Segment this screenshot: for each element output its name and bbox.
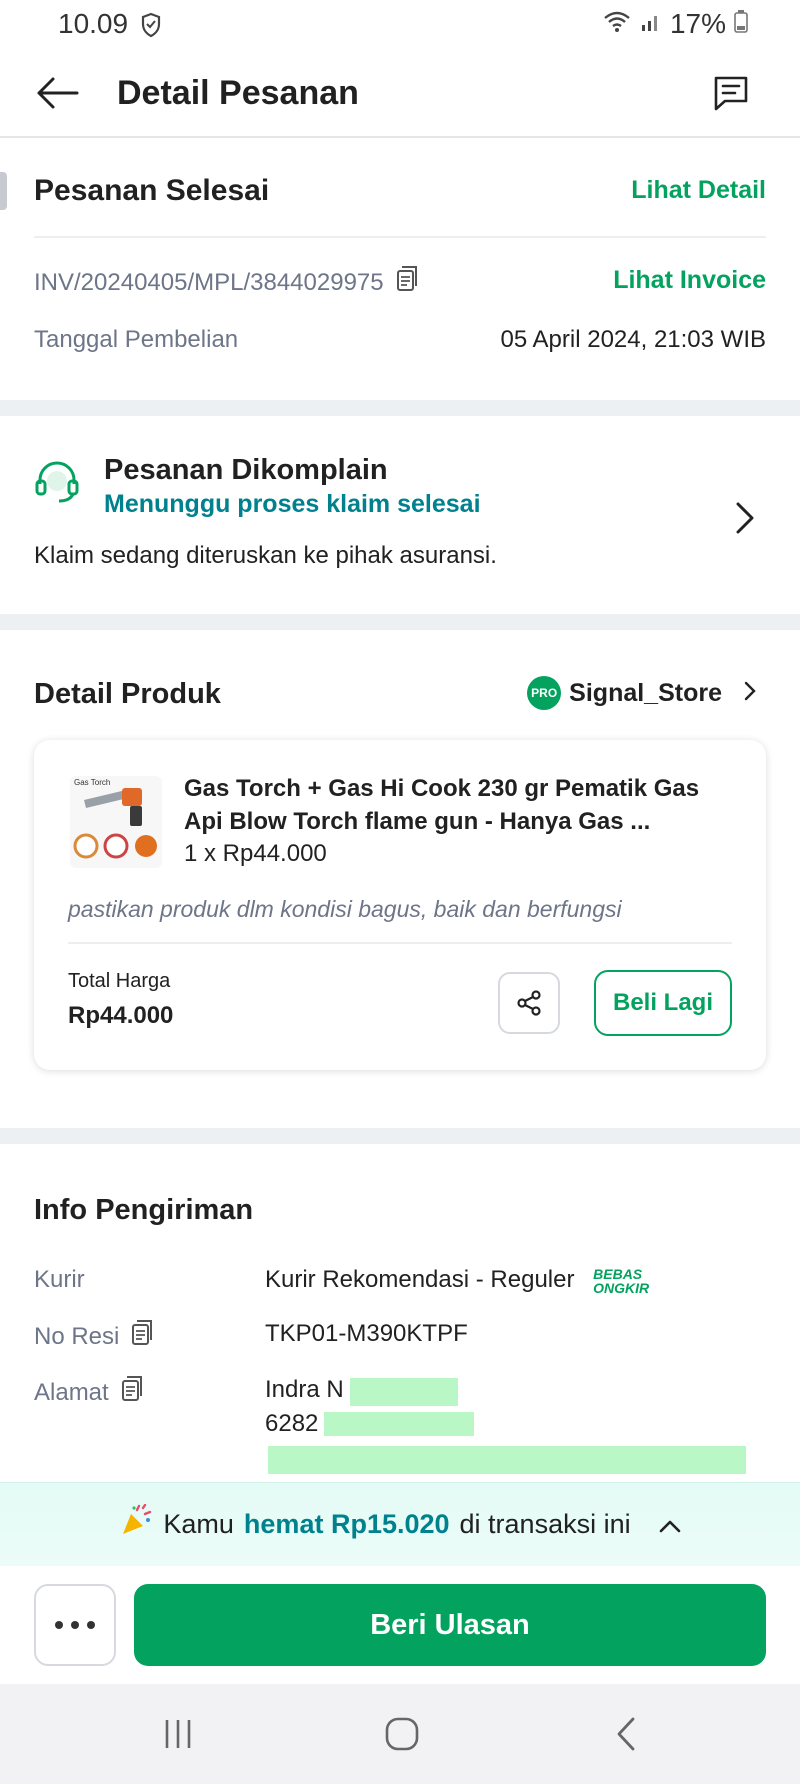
savings-banner[interactable]: Kamu hemat Rp15.020 di transaksi ini xyxy=(0,1482,800,1566)
section-separator xyxy=(0,614,800,630)
back-button[interactable] xyxy=(32,70,82,116)
savings-prefix: Kamu xyxy=(163,1509,234,1539)
purchase-date-value: 05 April 2024, 21:03 WIB xyxy=(500,326,767,353)
complaint-description: Klaim sedang diteruskan ke pihak asurans… xyxy=(34,542,497,569)
resi-value: TKP01-M390KTPF xyxy=(265,1320,468,1347)
chevron-up-icon xyxy=(659,1509,681,1540)
courier-label-row: Kurir xyxy=(34,1266,85,1294)
product-name[interactable]: Gas Torch + Gas Hi Cook 230 gr Pematik G… xyxy=(184,772,740,838)
bottom-action-bar: Beri Ulasan xyxy=(0,1566,800,1684)
status-indicators: 17% xyxy=(602,8,748,40)
complaint-title: Pesanan Dikomplain xyxy=(104,454,388,486)
home-button[interactable] xyxy=(372,1712,432,1756)
share-icon xyxy=(517,990,541,1016)
redaction-block xyxy=(350,1378,458,1406)
courier-value: Kurir Rekomendasi - Reguler xyxy=(265,1266,575,1293)
battery-icon xyxy=(734,8,748,40)
system-back-button[interactable] xyxy=(596,1712,656,1756)
resi-label-row: No Resi xyxy=(34,1320,153,1353)
section-separator xyxy=(0,1128,800,1144)
free-shipping-line2: ONGKIR xyxy=(593,1279,650,1296)
wifi-icon xyxy=(602,8,632,40)
invoice-number: INV/20240405/MPL/3844029975 xyxy=(34,268,384,296)
product-quantity-price: 1 x Rp44.000 xyxy=(184,840,327,867)
shield-icon xyxy=(140,12,162,43)
view-detail-link[interactable]: Lihat Detail xyxy=(631,176,766,205)
chevron-left-icon xyxy=(617,1717,635,1751)
divider xyxy=(34,236,766,238)
redaction-block xyxy=(324,1412,474,1436)
share-button[interactable] xyxy=(498,972,560,1034)
divider xyxy=(68,942,732,944)
savings-amount: hemat Rp15.020 xyxy=(243,1509,450,1539)
address-label: Alamat xyxy=(34,1378,109,1406)
product-card: Gas Torch Gas Torch + Gas Hi Cook 230 gr… xyxy=(34,740,766,1070)
give-review-button[interactable]: Beri Ulasan xyxy=(134,1584,766,1666)
address-name: Indra N xyxy=(265,1376,344,1403)
status-bar: 10.09 17% xyxy=(0,0,800,48)
page-title: Detail Pesanan xyxy=(117,74,359,112)
complaint-status: Menunggu proses klaim selesai xyxy=(104,490,481,518)
pro-badge-icon: PRO xyxy=(527,676,562,710)
chevron-right-icon xyxy=(734,500,756,541)
party-popper-icon xyxy=(119,1503,153,1545)
system-navigation-bar xyxy=(0,1684,800,1784)
copy-icon[interactable] xyxy=(396,266,418,299)
address-phone: 6282 xyxy=(265,1410,319,1437)
headset-icon xyxy=(32,456,82,511)
copy-icon[interactable] xyxy=(131,1320,153,1353)
battery-percent: 17% xyxy=(669,8,726,39)
product-note: pastikan produk dlm kondisi bagus, baik … xyxy=(68,896,622,922)
address-label-row: Alamat xyxy=(34,1376,143,1409)
store-name: Signal_Store xyxy=(569,678,722,707)
savings-suffix: di transaksi ini xyxy=(459,1509,631,1539)
chevron-right-icon xyxy=(744,679,756,708)
courier-label: Kurir xyxy=(34,1266,85,1293)
store-link[interactable]: PRO Signal_Store xyxy=(527,676,756,710)
chat-icon xyxy=(714,76,748,111)
product-image-label: Gas Torch xyxy=(74,778,111,787)
more-options-button[interactable] xyxy=(34,1584,116,1666)
free-shipping-badge: BEBAS ONGKIR xyxy=(593,1267,649,1295)
total-price-label: Total Harga xyxy=(68,970,171,992)
resi-label: No Resi xyxy=(34,1322,120,1350)
view-invoice-link[interactable]: Lihat Invoice xyxy=(613,266,766,295)
top-app-bar: Detail Pesanan xyxy=(0,48,800,138)
recent-apps-icon xyxy=(165,1720,191,1748)
shipping-section-title: Info Pengiriman xyxy=(34,1194,254,1226)
home-icon xyxy=(385,1717,419,1751)
signal-icon xyxy=(640,8,662,40)
recent-apps-button[interactable] xyxy=(148,1712,208,1756)
buy-again-button[interactable]: Beli Lagi xyxy=(594,970,732,1036)
section-separator xyxy=(0,400,800,416)
invoice-row: INV/20240405/MPL/3844029975 xyxy=(34,266,418,299)
chat-button[interactable] xyxy=(706,70,756,116)
order-status: Pesanan Selesai xyxy=(34,174,270,207)
product-section-title: Detail Produk xyxy=(34,678,221,710)
total-price-value: Rp44.000 xyxy=(68,1002,174,1029)
product-image[interactable]: Gas Torch xyxy=(70,776,162,868)
section-indicator xyxy=(0,172,7,210)
purchase-date-label: Tanggal Pembelian xyxy=(34,326,239,353)
courier-value-row: Kurir Rekomendasi - Reguler BEBAS ONGKIR xyxy=(265,1266,649,1295)
copy-icon[interactable] xyxy=(121,1376,143,1409)
more-horizontal-icon xyxy=(55,1621,95,1629)
status-time: 10.09 xyxy=(58,8,129,39)
arrow-left-icon xyxy=(37,77,79,109)
redaction-block xyxy=(268,1446,746,1474)
